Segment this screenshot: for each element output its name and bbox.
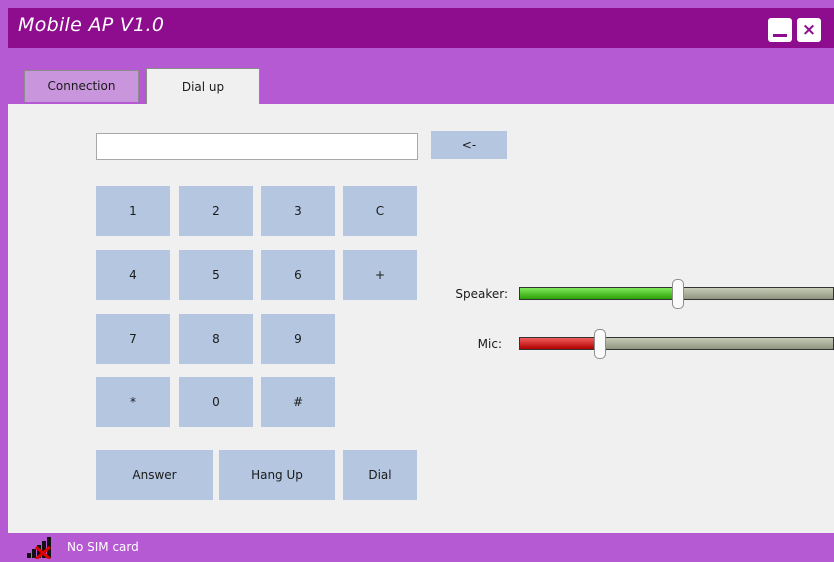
dial-up-panel: <- 1 2 3 C 4 5 6 + 7 8 9 * 0 # Answer Ha… bbox=[8, 104, 834, 533]
mic-slider-thumb[interactable] bbox=[593, 329, 606, 359]
key-plus-button[interactable]: + bbox=[343, 250, 417, 300]
mic-volume-slider[interactable] bbox=[519, 329, 834, 359]
key-5-button[interactable]: 5 bbox=[179, 250, 253, 300]
window-title: Mobile AP V1.0 bbox=[18, 14, 165, 36]
title-bar: Mobile AP V1.0 × bbox=[8, 8, 834, 48]
mic-label: Mic: bbox=[477, 337, 502, 351]
tab-dial-up[interactable]: Dial up bbox=[146, 68, 260, 104]
key-3-button[interactable]: 3 bbox=[261, 186, 335, 236]
key-clear-button[interactable]: C bbox=[343, 186, 417, 236]
key-1-button[interactable]: 1 bbox=[96, 186, 170, 236]
speaker-slider-thumb[interactable] bbox=[672, 279, 685, 309]
backspace-button[interactable]: <- bbox=[431, 131, 507, 159]
speaker-volume-slider[interactable] bbox=[519, 279, 834, 309]
dial-button[interactable]: Dial bbox=[343, 450, 417, 500]
mic-level-fill bbox=[520, 338, 600, 349]
speaker-track-remainder bbox=[678, 288, 833, 299]
tab-connection[interactable]: Connection bbox=[24, 70, 139, 102]
minimize-button[interactable] bbox=[768, 18, 792, 42]
status-text: No SIM card bbox=[67, 540, 139, 554]
mic-track-remainder bbox=[599, 338, 833, 349]
speaker-label: Speaker: bbox=[455, 287, 508, 301]
key-hash-button[interactable]: # bbox=[261, 377, 335, 427]
key-6-button[interactable]: 6 bbox=[261, 250, 335, 300]
answer-button[interactable]: Answer bbox=[96, 450, 213, 500]
key-4-button[interactable]: 4 bbox=[96, 250, 170, 300]
key-8-button[interactable]: 8 bbox=[179, 314, 253, 364]
key-star-button[interactable]: * bbox=[96, 377, 170, 427]
status-bar: No SIM card bbox=[8, 533, 834, 562]
key-2-button[interactable]: 2 bbox=[179, 186, 253, 236]
key-0-button[interactable]: 0 bbox=[179, 377, 253, 427]
phone-number-input[interactable] bbox=[96, 133, 418, 160]
close-button[interactable]: × bbox=[797, 18, 821, 42]
key-9-button[interactable]: 9 bbox=[261, 314, 335, 364]
tab-strip: Connection Dial up bbox=[8, 48, 834, 104]
key-7-button[interactable]: 7 bbox=[96, 314, 170, 364]
hang-up-button[interactable]: Hang Up bbox=[219, 450, 335, 500]
no-signal-icon bbox=[27, 537, 51, 559]
speaker-level-fill bbox=[520, 288, 679, 299]
